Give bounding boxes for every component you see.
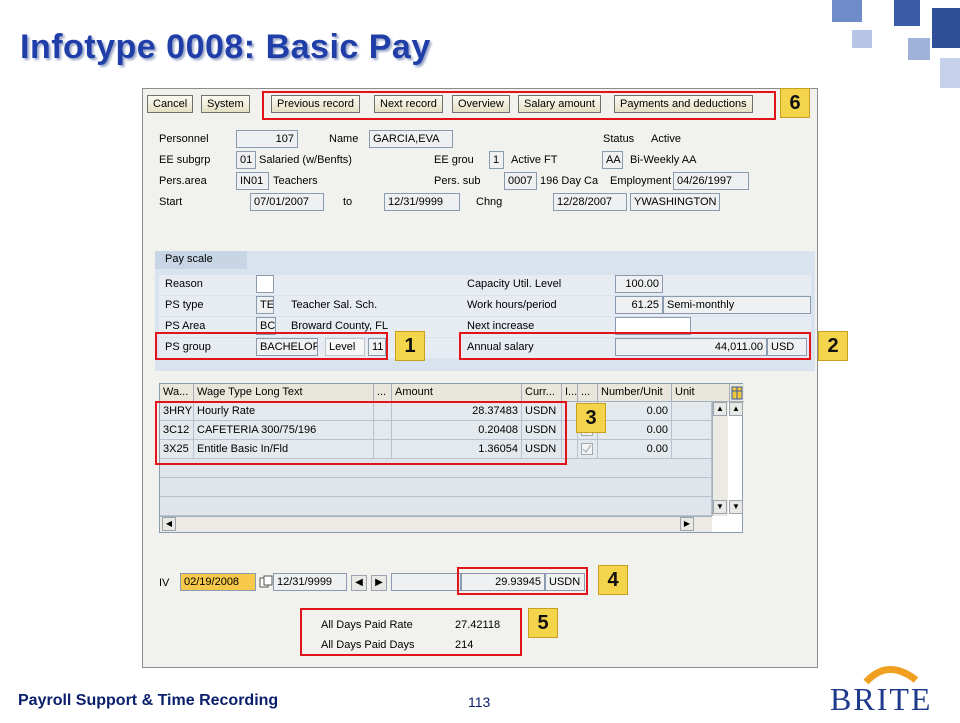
- brite-logo: BRITE: [826, 660, 950, 718]
- valuation-to-date-field[interactable]: 12/31/9999: [273, 573, 347, 591]
- callout-badge-4: 4: [598, 565, 628, 595]
- empty-row: [160, 497, 712, 516]
- ee-grou-label: EE grou: [434, 154, 474, 166]
- reason-label: Reason: [165, 278, 203, 290]
- svg-text:BRITE: BRITE: [830, 681, 932, 717]
- horizontal-scrollbar[interactable]: [160, 516, 712, 532]
- col-header-flag[interactable]: ...: [578, 384, 598, 402]
- ee-grou-field[interactable]: 1: [489, 151, 504, 169]
- ps-area-text: Broward County, FL: [291, 320, 389, 332]
- chng-label: Chng: [476, 196, 503, 208]
- col-header-more[interactable]: ...: [374, 384, 392, 402]
- work-hours-field[interactable]: 61.25: [615, 296, 663, 314]
- pers-area-text: Teachers: [273, 175, 318, 187]
- pers-sub-field[interactable]: 0007: [504, 172, 537, 190]
- payroll-area-field[interactable]: AA: [602, 151, 623, 169]
- col-header-number[interactable]: Number/Unit: [598, 384, 672, 402]
- table-settings-icon[interactable]: [730, 384, 744, 402]
- capacity-label: Capacity Util. Level: [467, 278, 562, 290]
- slide-title: Infotype 0008: Basic Pay: [20, 28, 431, 66]
- table-row-number[interactable]: 0.00: [598, 421, 672, 440]
- ps-area-label: PS Area: [165, 320, 206, 332]
- status-label: Status: [603, 133, 635, 145]
- status-value: Active: [651, 133, 681, 145]
- scroll-down-icon[interactable]: ▼: [713, 500, 727, 514]
- valuation-from-date-field[interactable]: 02/19/2008: [180, 573, 256, 591]
- personnel-label: Personnel: [159, 133, 209, 145]
- scroll-left-icon[interactable]: ◀: [162, 517, 176, 531]
- table-row-checkbox[interactable]: [578, 440, 598, 459]
- highlight-summary: [300, 608, 522, 656]
- work-hours-label: Work hours/period: [467, 299, 557, 311]
- scroll-right-icon[interactable]: ▶: [680, 517, 694, 531]
- column-scroll-up-icon[interactable]: ▲: [729, 402, 743, 416]
- ee-subgrp-label: EE subgrp: [159, 154, 211, 166]
- col-header-unit[interactable]: Unit: [672, 384, 730, 402]
- scroll-up-icon[interactable]: ▲: [713, 402, 727, 416]
- payroll-area-text: Bi-Weekly AA: [630, 154, 697, 166]
- col-header-long-text[interactable]: Wage Type Long Text: [194, 384, 374, 402]
- callout-badge-6: 6: [780, 88, 810, 118]
- next-increase-label: Next increase: [467, 320, 535, 332]
- highlight-ps-group: [155, 332, 388, 360]
- ee-grou-text: Active FT: [511, 154, 558, 166]
- pay-scale-tab: Pay scale: [155, 251, 247, 269]
- table-row-number[interactable]: 0.00: [598, 402, 672, 421]
- callout-badge-3: 3: [576, 403, 606, 433]
- personnel-field[interactable]: 107: [236, 130, 298, 148]
- pers-sub-text: 196 Day Ca: [540, 175, 599, 187]
- change-date-field[interactable]: 12/28/2007: [553, 193, 627, 211]
- highlight-valuation: [457, 567, 588, 595]
- callout-badge-2: 2: [818, 331, 848, 361]
- ps-type-text: Teacher Sal. Sch.: [291, 299, 378, 311]
- copy-icon[interactable]: [259, 575, 273, 589]
- start-date-field[interactable]: 07/01/2007: [250, 193, 324, 211]
- decor-squares: [790, 0, 960, 90]
- name-field[interactable]: GARCIA,EVA: [369, 130, 453, 148]
- name-label: Name: [329, 133, 359, 145]
- vertical-scrollbar[interactable]: [712, 402, 728, 516]
- iv-label: IV: [159, 577, 170, 589]
- system-button[interactable]: System: [201, 95, 250, 113]
- reason-field[interactable]: [256, 275, 274, 293]
- callout-badge-5: 5: [528, 608, 558, 638]
- highlight-annual-salary: [459, 332, 811, 360]
- column-scroll-down-icon[interactable]: ▼: [729, 500, 743, 514]
- ps-type-field[interactable]: TE: [256, 296, 274, 314]
- employment-date-field[interactable]: 04/26/1997: [673, 172, 749, 190]
- col-header-wage-type[interactable]: Wa...: [160, 384, 194, 402]
- pers-area-label: Pers.area: [159, 175, 207, 187]
- footer-page-number: 113: [468, 694, 491, 710]
- start-label: Start: [159, 196, 183, 208]
- to-label: to: [343, 196, 353, 208]
- prev-period-icon[interactable]: ◀: [351, 575, 367, 591]
- pers-sub-label: Pers. sub: [434, 175, 481, 187]
- callout-badge-1: 1: [395, 331, 425, 361]
- pers-area-field[interactable]: IN01: [236, 172, 269, 190]
- footer-course-title: Payroll Support & Time Recording: [18, 692, 279, 709]
- employment-label: Employment: [610, 175, 672, 187]
- ps-type-label: PS type: [165, 299, 204, 311]
- work-hours-period-field[interactable]: Semi-monthly: [663, 296, 811, 314]
- next-period-icon[interactable]: ▶: [371, 575, 387, 591]
- col-header-indicator[interactable]: I...: [562, 384, 578, 402]
- table-row-number[interactable]: 0.00: [598, 440, 672, 459]
- col-header-amount[interactable]: Amount: [392, 384, 522, 402]
- highlight-toolbar: [262, 91, 776, 120]
- ee-subgrp-field[interactable]: 01: [236, 151, 256, 169]
- end-date-field[interactable]: 12/31/9999: [384, 193, 460, 211]
- ee-subgrp-text: Salaried (w/Benfts): [259, 154, 352, 166]
- change-user-field[interactable]: YWASHINGTON: [630, 193, 720, 211]
- col-header-currency[interactable]: Curr...: [522, 384, 562, 402]
- capacity-field[interactable]: 100.00: [615, 275, 663, 293]
- highlight-wage-types: [155, 401, 567, 465]
- empty-row: [160, 478, 712, 497]
- cancel-button[interactable]: Cancel: [147, 95, 194, 113]
